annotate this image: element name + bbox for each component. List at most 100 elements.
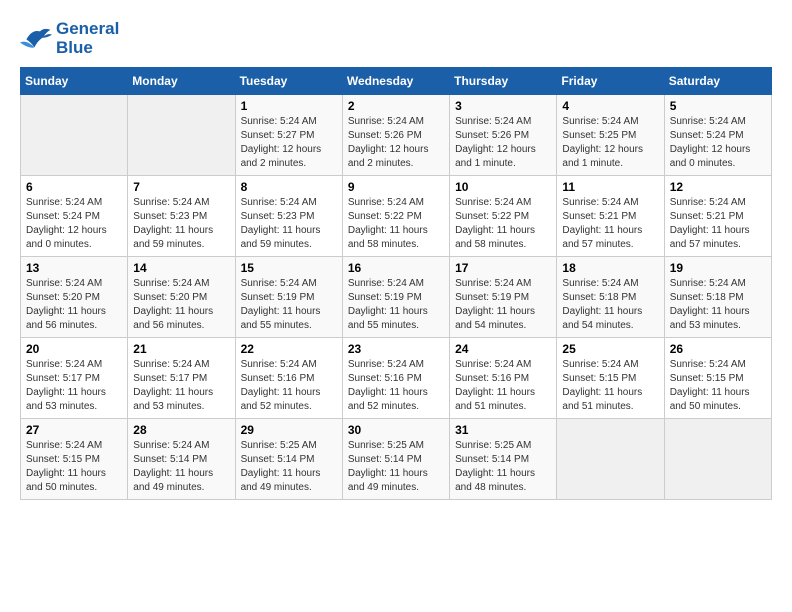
calendar-cell: 23 Sunrise: 5:24 AM Sunset: 5:16 PM Dayli… — [342, 338, 449, 419]
day-info: Sunrise: 5:24 AM Sunset: 5:24 PM Dayligh… — [670, 115, 766, 171]
calendar-header: SundayMondayTuesdayWednesdayThursdayFrid… — [21, 68, 772, 95]
calendar-cell: 11Sunrise: 5:24 AM Sunset: 5:21 PM Dayli… — [557, 176, 664, 257]
day-number: 10 — [455, 180, 551, 194]
day-info: Sunrise: 5:24 AM Sunset: 5:22 PM Dayligh… — [348, 196, 444, 252]
day-info: Sunrise: 5:24 AM Sunset: 5:16 PM Dayligh… — [348, 358, 444, 414]
calendar-week-row: 27 Sunrise: 5:24 AM Sunset: 5:15 PM Dayli… — [21, 419, 772, 500]
day-info: Sunrise: 5:24 AM Sunset: 5:22 PM Dayligh… — [455, 196, 551, 252]
calendar-cell — [21, 95, 128, 176]
day-info: Sunrise: 5:24 AM Sunset: 5:23 PM Dayligh… — [241, 196, 337, 252]
day-info: Sunrise: 5:24 AM Sunset: 5:20 PM Dayligh… — [133, 277, 229, 333]
day-number: 4 — [562, 99, 658, 113]
day-number: 23 — [348, 342, 444, 356]
day-number: 31 — [455, 423, 551, 437]
logo-bird-icon — [20, 25, 52, 53]
calendar-cell: 22 Sunrise: 5:24 AM Sunset: 5:16 PM Dayli… — [235, 338, 342, 419]
calendar-cell: 28 Sunrise: 5:24 AM Sunset: 5:14 PM Dayli… — [128, 419, 235, 500]
weekday-header-friday: Friday — [557, 68, 664, 95]
calendar-cell: 1Sunrise: 5:24 AM Sunset: 5:27 PM Daylig… — [235, 95, 342, 176]
day-info: Sunrise: 5:24 AM Sunset: 5:19 PM Dayligh… — [455, 277, 551, 333]
calendar-cell: 27 Sunrise: 5:24 AM Sunset: 5:15 PM Dayli… — [21, 419, 128, 500]
day-number: 7 — [133, 180, 229, 194]
day-number: 30 — [348, 423, 444, 437]
day-info: Sunrise: 5:24 AM Sunset: 5:19 PM Dayligh… — [348, 277, 444, 333]
calendar-table: SundayMondayTuesdayWednesdayThursdayFrid… — [20, 67, 772, 500]
day-number: 21 — [133, 342, 229, 356]
day-info: Sunrise: 5:24 AM Sunset: 5:20 PM Dayligh… — [26, 277, 122, 333]
day-number: 22 — [241, 342, 337, 356]
weekday-header-sunday: Sunday — [21, 68, 128, 95]
day-number: 13 — [26, 261, 122, 275]
calendar-cell: 6Sunrise: 5:24 AM Sunset: 5:24 PM Daylig… — [21, 176, 128, 257]
calendar-week-row: 1Sunrise: 5:24 AM Sunset: 5:27 PM Daylig… — [21, 95, 772, 176]
day-number: 28 — [133, 423, 229, 437]
calendar-cell: 2 Sunrise: 5:24 AM Sunset: 5:26 PM Daylig… — [342, 95, 449, 176]
day-info: Sunrise: 5:25 AM Sunset: 5:14 PM Dayligh… — [455, 439, 551, 495]
calendar-week-row: 6Sunrise: 5:24 AM Sunset: 5:24 PM Daylig… — [21, 176, 772, 257]
calendar-cell: 18 Sunrise: 5:24 AM Sunset: 5:18 PM Dayli… — [557, 257, 664, 338]
day-info: Sunrise: 5:24 AM Sunset: 5:21 PM Dayligh… — [562, 196, 658, 252]
day-info: Sunrise: 5:24 AM Sunset: 5:15 PM Dayligh… — [26, 439, 122, 495]
day-info: Sunrise: 5:24 AM Sunset: 5:23 PM Dayligh… — [133, 196, 229, 252]
weekday-header-saturday: Saturday — [664, 68, 771, 95]
day-info: Sunrise: 5:25 AM Sunset: 5:14 PM Dayligh… — [348, 439, 444, 495]
logo-text: General Blue — [56, 20, 119, 57]
calendar-cell: 10 Sunrise: 5:24 AM Sunset: 5:22 PM Dayli… — [450, 176, 557, 257]
calendar-cell: 13 Sunrise: 5:24 AM Sunset: 5:20 PM Dayli… — [21, 257, 128, 338]
weekday-header-monday: Monday — [128, 68, 235, 95]
calendar-cell: 15Sunrise: 5:24 AM Sunset: 5:19 PM Dayli… — [235, 257, 342, 338]
day-info: Sunrise: 5:24 AM Sunset: 5:18 PM Dayligh… — [670, 277, 766, 333]
day-number: 19 — [670, 261, 766, 275]
day-info: Sunrise: 5:24 AM Sunset: 5:15 PM Dayligh… — [562, 358, 658, 414]
day-number: 6 — [26, 180, 122, 194]
calendar-cell: 26 Sunrise: 5:24 AM Sunset: 5:15 PM Dayli… — [664, 338, 771, 419]
weekday-header-row: SundayMondayTuesdayWednesdayThursdayFrid… — [21, 68, 772, 95]
day-number: 1 — [241, 99, 337, 113]
day-info: Sunrise: 5:24 AM Sunset: 5:18 PM Dayligh… — [562, 277, 658, 333]
calendar-cell: 21 Sunrise: 5:24 AM Sunset: 5:17 PM Dayli… — [128, 338, 235, 419]
calendar-cell: 29Sunrise: 5:25 AM Sunset: 5:14 PM Dayli… — [235, 419, 342, 500]
day-info: Sunrise: 5:24 AM Sunset: 5:16 PM Dayligh… — [455, 358, 551, 414]
day-number: 20 — [26, 342, 122, 356]
weekday-header-wednesday: Wednesday — [342, 68, 449, 95]
weekday-header-tuesday: Tuesday — [235, 68, 342, 95]
day-number: 3 — [455, 99, 551, 113]
calendar-week-row: 20 Sunrise: 5:24 AM Sunset: 5:17 PM Dayli… — [21, 338, 772, 419]
day-number: 18 — [562, 261, 658, 275]
weekday-header-thursday: Thursday — [450, 68, 557, 95]
day-number: 5 — [670, 99, 766, 113]
calendar-cell: 16Sunrise: 5:24 AM Sunset: 5:19 PM Dayli… — [342, 257, 449, 338]
day-number: 12 — [670, 180, 766, 194]
day-info: Sunrise: 5:25 AM Sunset: 5:14 PM Dayligh… — [241, 439, 337, 495]
day-info: Sunrise: 5:24 AM Sunset: 5:15 PM Dayligh… — [670, 358, 766, 414]
day-info: Sunrise: 5:24 AM Sunset: 5:26 PM Dayligh… — [348, 115, 444, 171]
day-number: 9 — [348, 180, 444, 194]
calendar-cell: 8 Sunrise: 5:24 AM Sunset: 5:23 PM Daylig… — [235, 176, 342, 257]
day-number: 17 — [455, 261, 551, 275]
day-info: Sunrise: 5:24 AM Sunset: 5:25 PM Dayligh… — [562, 115, 658, 171]
calendar-cell: 31 Sunrise: 5:25 AM Sunset: 5:14 PM Dayli… — [450, 419, 557, 500]
calendar-cell: 12 Sunrise: 5:24 AM Sunset: 5:21 PM Dayli… — [664, 176, 771, 257]
logo: General Blue — [20, 20, 119, 57]
calendar-week-row: 13 Sunrise: 5:24 AM Sunset: 5:20 PM Dayli… — [21, 257, 772, 338]
calendar-cell: 25 Sunrise: 5:24 AM Sunset: 5:15 PM Dayli… — [557, 338, 664, 419]
calendar-cell: 30 Sunrise: 5:25 AM Sunset: 5:14 PM Dayli… — [342, 419, 449, 500]
day-info: Sunrise: 5:24 AM Sunset: 5:19 PM Dayligh… — [241, 277, 337, 333]
calendar-cell: 5 Sunrise: 5:24 AM Sunset: 5:24 PM Daylig… — [664, 95, 771, 176]
calendar-cell: 3 Sunrise: 5:24 AM Sunset: 5:26 PM Daylig… — [450, 95, 557, 176]
day-info: Sunrise: 5:24 AM Sunset: 5:21 PM Dayligh… — [670, 196, 766, 252]
calendar-cell: 7 Sunrise: 5:24 AM Sunset: 5:23 PM Daylig… — [128, 176, 235, 257]
calendar-cell: 24Sunrise: 5:24 AM Sunset: 5:16 PM Dayli… — [450, 338, 557, 419]
day-number: 25 — [562, 342, 658, 356]
calendar-cell — [128, 95, 235, 176]
day-info: Sunrise: 5:24 AM Sunset: 5:16 PM Dayligh… — [241, 358, 337, 414]
day-info: Sunrise: 5:24 AM Sunset: 5:17 PM Dayligh… — [133, 358, 229, 414]
day-number: 8 — [241, 180, 337, 194]
day-number: 27 — [26, 423, 122, 437]
day-number: 26 — [670, 342, 766, 356]
calendar-cell: 17 Sunrise: 5:24 AM Sunset: 5:19 PM Dayli… — [450, 257, 557, 338]
calendar-cell: 4 Sunrise: 5:24 AM Sunset: 5:25 PM Daylig… — [557, 95, 664, 176]
day-number: 2 — [348, 99, 444, 113]
day-info: Sunrise: 5:24 AM Sunset: 5:14 PM Dayligh… — [133, 439, 229, 495]
day-info: Sunrise: 5:24 AM Sunset: 5:26 PM Dayligh… — [455, 115, 551, 171]
